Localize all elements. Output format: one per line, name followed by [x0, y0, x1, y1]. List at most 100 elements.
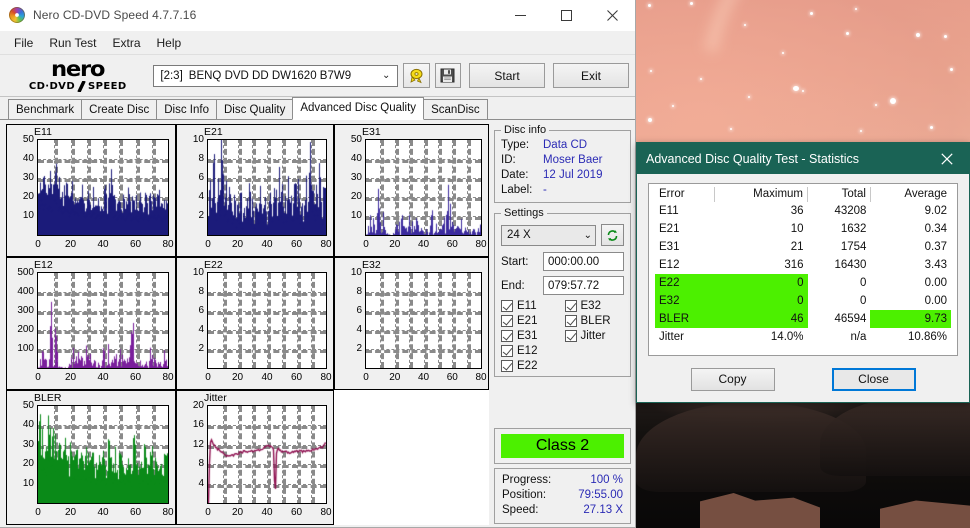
chart-ytick: 50 [22, 134, 34, 145]
statistics-cell-maximum: 36 [790, 205, 804, 217]
chart-panel-e11[interactable]: E11 10 20 30 40 50 0 20 40 60 80 [6, 124, 176, 257]
checkbox-e32[interactable]: E32 [564, 300, 625, 312]
start-input[interactable]: 000:00.00 [543, 252, 624, 271]
disc-info-row: Date: 12 Jul 2019 [501, 168, 624, 183]
end-input[interactable]: 079:57.72 [543, 276, 624, 295]
statistics-row: E32 0 0 0.00 [655, 292, 951, 310]
checkbox-e12[interactable]: E12 [501, 345, 561, 357]
disc-info-legend: Disc info [504, 124, 547, 136]
tab-disc-info[interactable]: Disc Info [156, 99, 217, 119]
statistics-cell-error: Jitter [659, 331, 684, 343]
chart-panel-e22[interactable]: E22 2 4 6 8 10 0 20 40 60 80 [176, 257, 334, 390]
chart-panel-bler[interactable]: BLER 10 20 30 40 50 0 20 40 60 80 [6, 390, 176, 525]
menu-help[interactable]: Help [149, 33, 190, 53]
drive-index: [2:3] [160, 69, 183, 82]
disc-icon-button[interactable] [403, 63, 430, 88]
chart-panel-e21[interactable]: E21 2 4 6 8 10 0 20 40 60 80 [176, 124, 334, 257]
nero-logo-sub-left: CD·DVD [28, 80, 76, 92]
speed-row-status: Speed: 27.13 X [502, 503, 623, 518]
checkbox-box [501, 300, 513, 312]
disc-info-date-label: Date: [501, 169, 529, 181]
plot-area [365, 139, 482, 236]
chart-xtick: 60 [290, 239, 303, 250]
disc-info-id-label: ID: [501, 154, 516, 166]
chart-xtick: 0 [205, 372, 211, 383]
checkbox-e11[interactable]: E11 [501, 300, 561, 312]
chart-series-e32 [366, 273, 481, 368]
chart-panel-e12[interactable]: E12 100 200 300 400 500 0 20 40 60 80 [6, 257, 176, 390]
speed-value-status: 27.13 X [583, 504, 623, 516]
tab-create-disc[interactable]: Create Disc [81, 99, 158, 119]
plot-area [37, 139, 169, 236]
checkbox-bler[interactable]: BLER [564, 315, 625, 327]
statistics-cell-total: 16430 [834, 259, 867, 271]
tab-disc-quality[interactable]: Disc Quality [216, 99, 294, 119]
statistics-cell-error: E12 [659, 259, 680, 271]
statistics-row: E12 316 16430 3.43 [655, 256, 951, 274]
chart-ytick: 500 [17, 267, 34, 278]
statistics-dialog-footer: Copy Close [648, 356, 958, 402]
save-icon-button[interactable] [434, 63, 462, 88]
chart-panel-jitter[interactable]: Jitter 4 8 12 16 20 0 20 40 60 80 [176, 390, 334, 525]
progress-box: Progress: 100 % Position: 79:55.00 Speed… [494, 468, 631, 524]
chart-ytick: 10 [22, 210, 34, 221]
chart-xtick: 60 [129, 507, 142, 518]
maximize-button[interactable] [543, 0, 589, 31]
lake-shape-right [880, 500, 970, 528]
checkbox-label: Jitter [580, 330, 606, 342]
disc-info-group: Disc info Type: Data CD ID: Moser Baer D… [494, 124, 631, 203]
chart-ytick: 6 [356, 305, 362, 316]
start-button[interactable]: Start [469, 63, 546, 88]
chart-xtick: 40 [417, 372, 430, 383]
copy-button[interactable]: Copy [690, 367, 775, 391]
position-value: 79:55.00 [578, 489, 623, 501]
chart-series-jitter [208, 406, 326, 503]
close-button[interactable] [589, 0, 635, 31]
star [802, 90, 804, 92]
statistics-dialog-close-icon[interactable] [925, 143, 969, 174]
end-field-row: End: 079:57.72 [501, 276, 624, 295]
chart-ytick: 8 [198, 153, 204, 164]
sidebar: Disc info Type: Data CD ID: Moser Baer D… [494, 124, 631, 524]
chart-ytick: 12 [192, 438, 204, 450]
chart-series-e31 [366, 140, 481, 235]
close-dialog-button[interactable]: Close [831, 367, 916, 391]
checkbox-e22[interactable]: E22 [501, 360, 561, 372]
star [944, 35, 947, 38]
statistics-table-head: Error Maximum Total Average [655, 187, 951, 202]
chart-xtick: 60 [290, 507, 303, 518]
chart-panel-e31[interactable]: E31 10 20 30 40 50 0 20 40 60 80 [334, 124, 489, 257]
tab-benchmark[interactable]: Benchmark [8, 99, 83, 119]
menu-file[interactable]: File [6, 33, 41, 53]
nero-logo-subtitle: CD·DVD SPEED [29, 81, 127, 92]
checkbox-e21[interactable]: E21 [501, 315, 561, 327]
checkbox-jitter[interactable]: Jitter [564, 330, 625, 342]
checkbox-box [501, 345, 513, 357]
toolbar: nero CD·DVD SPEED [2:3] BENQ DVD DD DW16… [0, 55, 635, 97]
chart-ytick: 2 [356, 343, 362, 354]
chart-title: Jitter [204, 392, 227, 404]
refresh-button[interactable] [601, 224, 624, 246]
col-total: Total [807, 187, 871, 202]
chart-xtick: 60 [446, 239, 458, 250]
chart-title: BLER [34, 392, 62, 404]
menu-extra[interactable]: Extra [104, 33, 148, 53]
menu-run-test[interactable]: Run Test [41, 33, 104, 53]
chart-xtick: 20 [64, 239, 77, 250]
checkbox-e31[interactable]: E31 [501, 330, 561, 342]
chart-panel-e32[interactable]: E32 2 4 6 8 10 0 20 40 60 80 [334, 257, 489, 390]
star [648, 118, 652, 122]
tab-advanced-disc-quality[interactable]: Advanced Disc Quality [292, 97, 425, 120]
exit-button[interactable]: Exit [553, 63, 629, 88]
speed-select[interactable]: 24 X ⌄ [501, 224, 596, 246]
nero-main-window: Nero CD-DVD Speed 4.7.7.16 File Run Test… [0, 0, 636, 528]
chevron-down-icon: ⌄ [382, 70, 391, 81]
chart-ytick: 20 [22, 191, 34, 202]
tab-scandisc[interactable]: ScanDisc [423, 99, 488, 119]
disc-info-type-value: Data CD [543, 139, 588, 151]
minimize-button[interactable] [497, 0, 543, 31]
statistics-table-frame: Error Maximum Total Average E11 36 43208 9.… [648, 183, 958, 356]
drive-select[interactable]: [2:3] BENQ DVD DD DW1620 B7W9 ⌄ [153, 64, 399, 87]
chart-series-e12 [38, 273, 168, 368]
chart-ytick: 40 [22, 153, 34, 164]
